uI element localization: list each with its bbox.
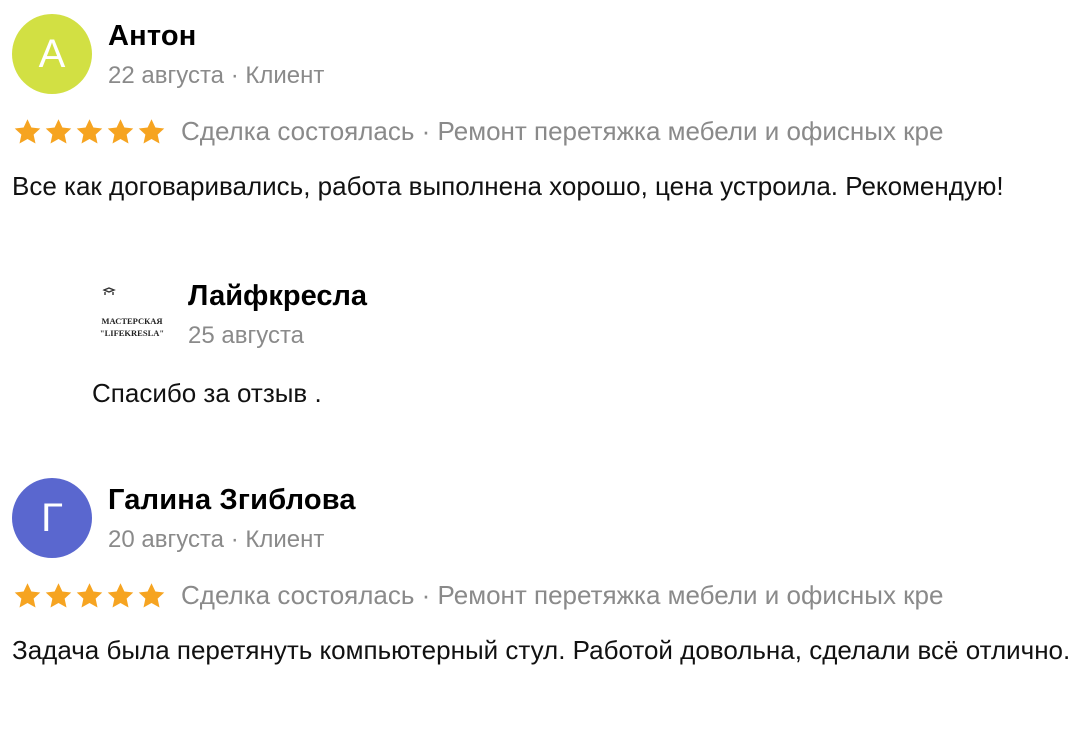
author-name[interactable]: Антон xyxy=(108,20,197,53)
reply-text: Спасибо за отзыв . xyxy=(92,378,322,408)
seller-logo[interactable]: МАСТЕРСКАЯ "LIFEKRESLA" xyxy=(90,278,174,362)
star-rating xyxy=(12,117,167,147)
meta-separator: · xyxy=(230,62,239,89)
star-icon xyxy=(14,582,41,607)
star-icon xyxy=(107,582,134,607)
avatar[interactable]: А xyxy=(12,14,92,94)
author-name[interactable]: Галина Згиблова xyxy=(108,484,356,517)
seller-name[interactable]: Лайфкресла xyxy=(188,280,367,313)
star-icon xyxy=(138,118,165,143)
rating-line: Сделка состоялась · Ремонт перетяжка меб… xyxy=(12,580,943,611)
review-text: Задача была перетянуть компьютерный стул… xyxy=(12,635,1071,665)
star-icon xyxy=(76,118,103,143)
deal-info: Сделка состоялась · Ремонт перетяжка меб… xyxy=(181,116,944,146)
logo-text-line1: МАСТЕРСКАЯ xyxy=(101,316,162,326)
review-meta: 20 августа · Клиент xyxy=(108,526,324,554)
deal-info: Сделка состоялась · Ремонт перетяжка меб… xyxy=(181,580,944,610)
review-text: Все как договаривались, работа выполнена… xyxy=(12,171,1004,201)
star-rating xyxy=(12,581,167,611)
rating-line: Сделка состоялась · Ремонт перетяжка меб… xyxy=(12,116,943,147)
star-icon xyxy=(45,118,72,143)
author-role: Клиент xyxy=(245,62,325,89)
avatar-letter: А xyxy=(38,32,66,76)
author-role: Клиент xyxy=(245,526,325,553)
review-date: 20 августа xyxy=(108,526,225,553)
avatar[interactable]: Г xyxy=(12,478,92,558)
review-date: 22 августа xyxy=(108,62,225,89)
star-icon xyxy=(45,582,72,607)
reply-date: 25 августа xyxy=(188,322,305,349)
star-icon xyxy=(107,118,134,143)
chair-logo-icon: МАСТЕРСКАЯ "LIFEKRESLA" xyxy=(100,287,164,338)
avatar-letter: Г xyxy=(41,496,63,540)
star-icon xyxy=(76,582,103,607)
logo-text-line2: "LIFEKRESLA" xyxy=(100,328,164,338)
meta-separator: · xyxy=(230,526,239,553)
star-icon xyxy=(14,118,41,143)
review-meta: 22 августа · Клиент xyxy=(108,62,324,90)
star-icon xyxy=(138,582,165,607)
